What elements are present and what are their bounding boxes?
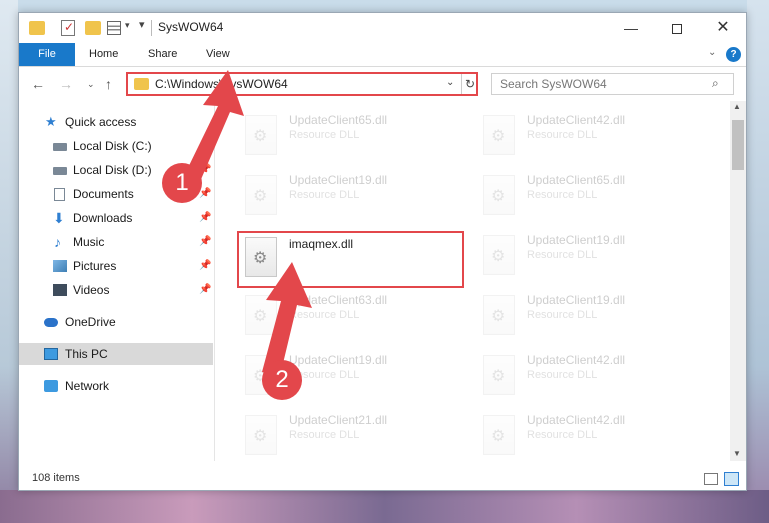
- annotation-arrow-1: [183, 70, 312, 376]
- annotation-step-1: 1: [162, 163, 202, 203]
- annotation-step-2: 2: [262, 360, 302, 400]
